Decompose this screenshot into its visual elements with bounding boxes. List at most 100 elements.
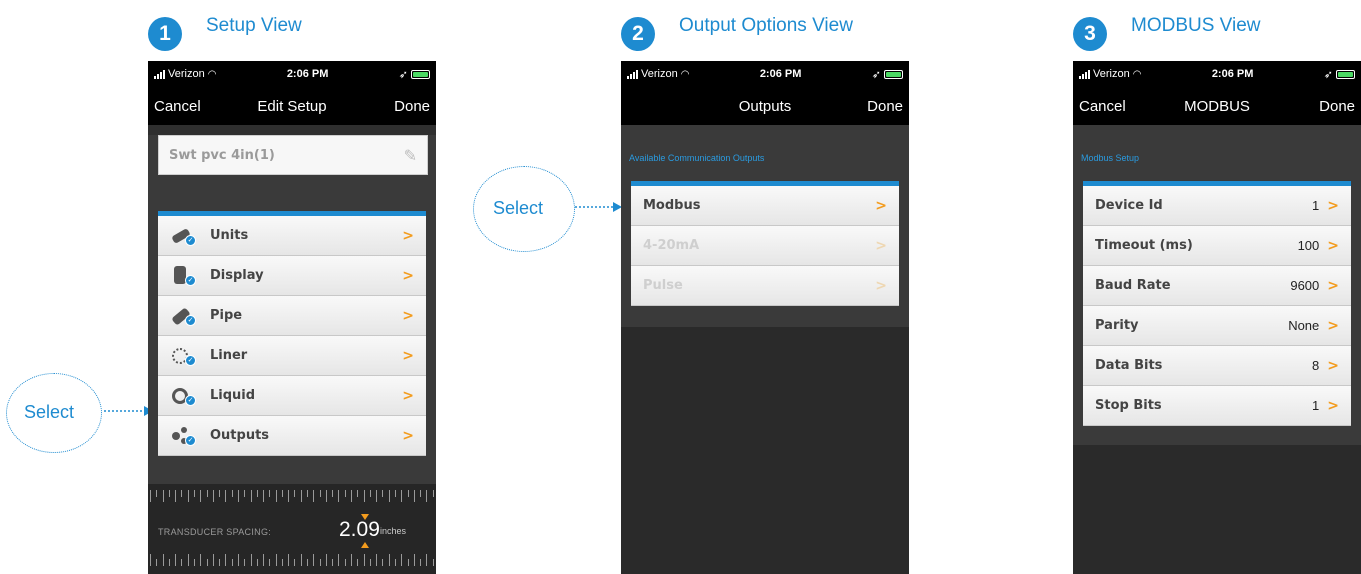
display-icon: ✓ [170, 265, 196, 287]
step-2-title: Output Options View [679, 15, 853, 36]
ruler-tick [313, 554, 315, 566]
setting-value: 100 [1297, 238, 1320, 253]
ruler-tick [376, 490, 378, 502]
ruler-tick [363, 554, 365, 566]
ruler-tick [413, 554, 415, 566]
ruler-tick [244, 490, 246, 497]
wifi-icon: ◠ [207, 68, 217, 80]
carrier-signal: Verizon ◠ [1079, 68, 1141, 80]
cancel-button[interactable]: Cancel [1079, 98, 1126, 115]
ruler-tick [420, 559, 422, 566]
menu-item-label: Liquid [210, 388, 256, 403]
step-2-header: 2 Output Options View [621, 15, 853, 51]
ruler-tick [156, 490, 158, 497]
done-button[interactable]: Done [394, 98, 430, 115]
ruler-tick [332, 490, 334, 497]
done-button[interactable]: Done [867, 98, 903, 115]
step-1-header: 1 Setup View [148, 15, 302, 51]
ruler-tick [219, 490, 221, 497]
clock: 2:06 PM [759, 68, 802, 80]
wifi-icon: ◠ [680, 68, 690, 80]
battery-icon [1335, 69, 1355, 79]
pencil-icon[interactable]: ✎ [404, 146, 417, 165]
menu-item-liner[interactable]: ✓ Liner > [158, 336, 426, 376]
setting-baud-rate[interactable]: Baud Rate 9600 > [1083, 266, 1351, 306]
ruler-tick [307, 490, 309, 497]
ruler-tick [219, 559, 221, 566]
ruler-tick [344, 490, 346, 497]
setup-list-section: ✓ Units > ✓ Display > ✓ Pipe > ✓ Liner >… [148, 211, 436, 516]
transducer-spacing-ruler[interactable]: TRANSDUCER SPACING: 2.09 inches [148, 484, 436, 574]
chevron-right-icon: > [875, 237, 887, 254]
setup-name-value: Swt pvc 4in(1) [169, 147, 275, 163]
battery-icon [883, 69, 903, 79]
ruler-tick [162, 490, 164, 502]
ruler-tick [382, 559, 384, 566]
ruler-tick [168, 490, 170, 497]
menu-item-label: Liner [210, 348, 248, 363]
ruler-tick [407, 559, 409, 566]
chevron-right-icon: > [402, 267, 414, 284]
ruler-tick [426, 554, 428, 566]
ruler-tick [376, 554, 378, 566]
outputs-icon: ✓ [170, 425, 196, 447]
setting-stop-bits[interactable]: Stop Bits 1 > [1083, 386, 1351, 426]
output-item-label: Modbus [643, 198, 701, 213]
setting-parity[interactable]: Parity None > [1083, 306, 1351, 346]
setting-label: Data Bits [1095, 358, 1163, 373]
ruler-tick [288, 490, 290, 502]
modbus-section: Modbus Setup Device Id 1 > Timeout (ms) … [1073, 125, 1361, 445]
setup-name-field[interactable]: Swt pvc 4in(1) ✎ [158, 135, 428, 175]
signal-bars-icon [627, 69, 638, 79]
step-3-title: MODBUS View [1131, 15, 1261, 36]
ruler-tick [394, 559, 396, 566]
chevron-right-icon: > [402, 307, 414, 324]
ruler-tick [325, 490, 327, 502]
ruler-tick [332, 559, 334, 566]
menu-item-liquid[interactable]: ✓ Liquid > [158, 376, 426, 416]
ruler-tick [344, 559, 346, 566]
liner-icon: ✓ [170, 345, 196, 367]
ruler-tick [432, 559, 434, 566]
chevron-right-icon: > [1327, 237, 1339, 254]
setting-data-bits[interactable]: Data Bits 8 > [1083, 346, 1351, 386]
ruler-tick [250, 554, 252, 566]
menu-item-pipe[interactable]: ✓ Pipe > [158, 296, 426, 336]
ruler-tick [187, 490, 189, 502]
ruler-tick [338, 490, 340, 502]
location-icon: ➶ [398, 68, 408, 81]
menu-item-units[interactable]: ✓ Units > [158, 216, 426, 256]
chevron-right-icon: > [1327, 397, 1339, 414]
setting-device-id[interactable]: Device Id 1 > [1083, 186, 1351, 226]
ruler-tick [369, 559, 371, 566]
done-button[interactable]: Done [1319, 98, 1355, 115]
ruler-tick [432, 490, 434, 497]
chevron-right-icon: > [1327, 197, 1339, 214]
setup-menu-list: ✓ Units > ✓ Display > ✓ Pipe > ✓ Liner >… [158, 211, 426, 456]
name-section: Swt pvc 4in(1) ✎ [148, 135, 436, 189]
ruler-tick [237, 554, 239, 566]
cancel-button[interactable]: Cancel [154, 98, 201, 115]
location-icon: ➶ [1323, 68, 1333, 81]
menu-item-display[interactable]: ✓ Display > [158, 256, 426, 296]
callout-arrow [104, 406, 153, 416]
setting-label: Timeout (ms) [1095, 238, 1193, 253]
ruler-tick [319, 490, 321, 497]
menu-item-outputs[interactable]: ✓ Outputs > [158, 416, 426, 456]
ruler-tick [426, 490, 428, 502]
ruler-tick [294, 490, 296, 497]
ruler-tick [351, 554, 352, 566]
chevron-right-icon: > [1327, 277, 1339, 294]
battery-indicator: ➶ [399, 68, 430, 81]
battery-indicator: ➶ [872, 68, 903, 81]
ruler-tick [175, 490, 177, 502]
ruler-tick [388, 490, 390, 502]
output-item-modbus[interactable]: Modbus > [631, 186, 899, 226]
setting-value: 8 [1312, 358, 1320, 373]
wifi-icon: ◠ [1132, 68, 1142, 80]
menu-item-label: Pipe [210, 308, 243, 323]
ruler-tick [150, 554, 151, 566]
setting-timeout[interactable]: Timeout (ms) 100 > [1083, 226, 1351, 266]
ruler-tick [193, 559, 195, 566]
ruler-tick [420, 490, 422, 497]
